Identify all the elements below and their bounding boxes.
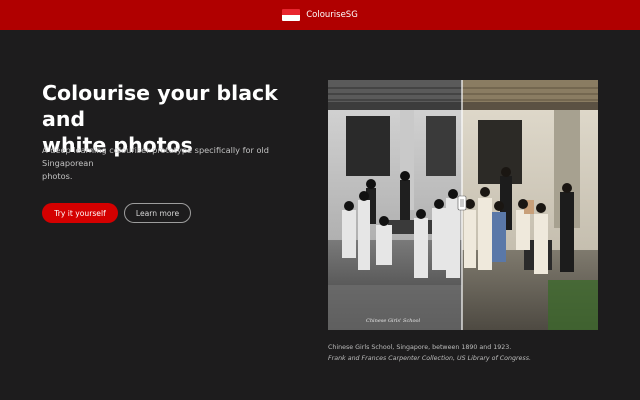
- before-after-photo[interactable]: Chinese Girls' School: [328, 80, 598, 330]
- caption-line-2: Frank and Frances Carpenter Collection, …: [328, 355, 531, 362]
- learn-more-button[interactable]: Learn more: [124, 203, 191, 223]
- description-line-1: A deep learning colouriser prototype spe…: [42, 145, 269, 168]
- colour-half-image: [462, 80, 598, 330]
- bw-half-image: Chinese Girls' School: [328, 80, 462, 330]
- photo-caption: Chinese Girls School, Singapore, between…: [328, 342, 628, 364]
- description-line-2: photos.: [42, 171, 73, 181]
- singapore-flag-icon: [282, 9, 301, 21]
- compare-slider-handle: [457, 195, 467, 211]
- hero-description: A deep learning colouriser prototype spe…: [42, 144, 322, 183]
- photo-watermark: Chinese Girls' School: [366, 318, 421, 324]
- top-navbar: ColouriseSG: [0, 0, 640, 30]
- caption-line-1: Chinese Girls School, Singapore, between…: [328, 344, 512, 351]
- try-it-yourself-button[interactable]: Try it yourself: [42, 203, 118, 223]
- brand-name: ColouriseSG: [306, 10, 358, 20]
- headline-line-1: Colourise your black and: [42, 81, 278, 131]
- brand-link[interactable]: ColouriseSG: [282, 9, 358, 21]
